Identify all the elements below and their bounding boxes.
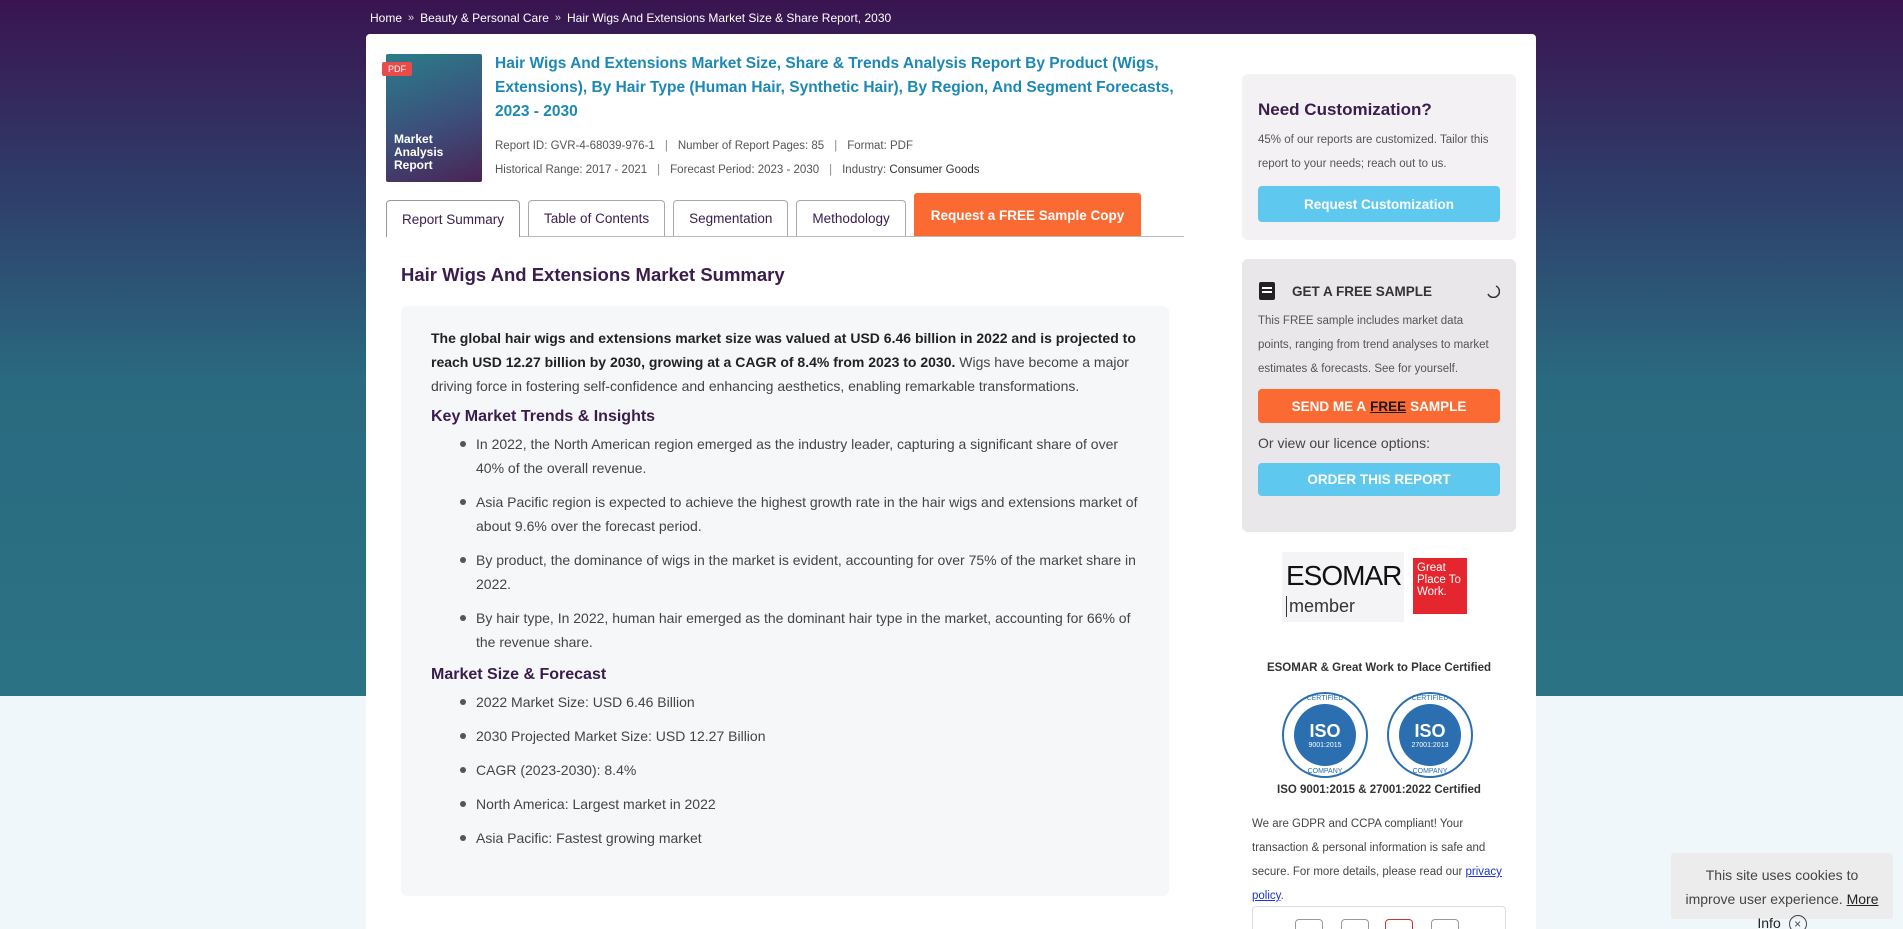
document-icon [1259, 282, 1275, 300]
list-item: 2022 Market Size: USD 6.46 Billion [460, 690, 1139, 714]
licence-options-text: Or view our licence options: [1258, 435, 1430, 451]
esomar-logo-text: ESOMAR [1286, 560, 1402, 591]
customization-title: Need Customization? [1258, 100, 1432, 119]
report-title: Hair Wigs And Extensions Market Size, Sh… [495, 55, 1174, 120]
report-card: PDF Market Analysis Report Hair Wigs And… [366, 34, 1536, 929]
sample-button-text-free: FREE [1370, 398, 1407, 414]
tab-report-summary[interactable]: Report Summary [386, 200, 521, 237]
breadcrumb: Home » Beauty & Personal Care » Hair Wig… [370, 11, 891, 25]
iso-ring-top: CERTIFIED [1306, 695, 1344, 702]
list-item: By hair type, In 2022, human hair emerge… [460, 606, 1139, 654]
great-place-to-work-logo: Great Place To Work. [1413, 558, 1467, 614]
sample-header: GET A FREE SAMPLE [1258, 281, 1500, 301]
report-pages: Number of Report Pages: 85 [677, 140, 825, 152]
summary-lead: The global hair wigs and extensions mark… [431, 326, 1139, 398]
list-item: 2030 Projected Market Size: USD 12.27 Bi… [460, 724, 1139, 748]
forecast-list: 2022 Market Size: USD 6.46 Billion 2030 … [431, 690, 1139, 850]
iso-ring-bottom: COMPANY [1412, 768, 1448, 775]
list-item: North America: Largest market in 2022 [460, 792, 1139, 816]
esomar-logo: ESOMAR member [1282, 552, 1404, 622]
iso-27001-badge: CERTIFIED ISO 27001:2013 COMPANY [1387, 692, 1473, 778]
iso-ring-top: CERTIFIED [1411, 695, 1449, 702]
request-sample-button[interactable]: Request a FREE Sample Copy [913, 193, 1142, 236]
report-meta-row-2: Historical Range: 2017 - 2021 | Forecast… [495, 164, 980, 176]
breadcrumb-separator: » [554, 12, 562, 24]
list-item: CAGR (2023-2030): 8.4% [460, 758, 1139, 782]
list-item: Asia Pacific region is expected to achie… [460, 490, 1139, 538]
iso-code: 27001:2013 [1411, 741, 1449, 749]
cookie-text: This site uses cookies to improve user e… [1685, 867, 1859, 907]
gdpr-text: We are GDPR and CCPA compliant! Your tra… [1252, 818, 1486, 878]
sample-button-text-pre: SEND ME A [1291, 398, 1367, 414]
summary-heading: Hair Wigs And Extensions Market Summary [401, 264, 785, 285]
trends-heading: Key Market Trends & Insights [431, 408, 656, 425]
email-icon[interactable] [1341, 919, 1369, 929]
trends-list: In 2022, the North American region emerg… [431, 432, 1139, 654]
customization-box: Need Customization? 45% of our reports a… [1242, 74, 1516, 240]
iso-certified-caption: ISO 9001:2015 & 27001:2022 Certified [1277, 784, 1481, 796]
send-free-sample-button[interactable]: SEND ME A FREE SAMPLE [1258, 389, 1500, 423]
historical-range: Historical Range: 2017 - 2021 [495, 164, 648, 176]
sample-button-text-post: SAMPLE [1410, 398, 1467, 414]
gdpr-notice: We are GDPR and CCPA compliant! Your tra… [1252, 812, 1512, 908]
pdf-icon[interactable] [1385, 919, 1413, 929]
list-item: By product, the dominance of wigs in the… [460, 548, 1139, 596]
breadcrumb-current: Hair Wigs And Extensions Market Size & S… [567, 11, 892, 25]
iso-label: ISO [1414, 720, 1446, 741]
close-icon[interactable]: × [1788, 915, 1807, 929]
gdpr-end: . [1280, 890, 1284, 902]
industry-link[interactable]: Consumer Goods [889, 164, 979, 176]
free-sample-box: GET A FREE SAMPLE This FREE sample inclu… [1242, 259, 1516, 532]
iso-code: 9001:2015 [1308, 741, 1342, 749]
document-icon[interactable] [1431, 919, 1459, 929]
sample-text: This FREE sample includes market data po… [1258, 315, 1489, 375]
industry-label: Industry: [842, 164, 887, 176]
breadcrumb-separator: » [408, 12, 415, 24]
report-meta-row-1: Report ID: GVR-4-68039-976-1 | Number of… [495, 140, 914, 152]
pdf-badge: PDF [382, 62, 412, 76]
tab-methodology[interactable]: Methodology [796, 200, 906, 236]
sample-title: GET A FREE SAMPLE [1292, 283, 1433, 299]
linkedin-icon[interactable] [1295, 919, 1323, 929]
breadcrumb-category[interactable]: Beauty & Personal Care [420, 11, 549, 25]
loading-spinner-icon [1487, 285, 1500, 298]
esomar-member-text: member [1286, 596, 1355, 617]
report-id: Report ID: GVR-4-68039-976-1 [495, 140, 655, 152]
breadcrumb-home[interactable]: Home [370, 11, 402, 25]
list-item: In 2022, the North American region emerg… [460, 432, 1139, 480]
iso-ring-bottom: COMPANY [1307, 768, 1343, 775]
iso-label: ISO [1309, 720, 1341, 741]
request-customization-button[interactable]: Request Customization [1258, 186, 1500, 222]
forecast-period: Forecast Period: 2023 - 2030 [670, 164, 820, 176]
report-cover-image: PDF Market Analysis Report [382, 54, 482, 182]
esomar-certified-caption: ESOMAR & Great Work to Place Certified [1266, 662, 1492, 674]
tab-segmentation[interactable]: Segmentation [673, 200, 789, 236]
industry: Industry: Consumer Goods [842, 164, 979, 176]
share-box [1252, 906, 1506, 929]
order-report-button[interactable]: ORDER THIS REPORT [1258, 463, 1500, 496]
cover-title: Market Analysis Report [394, 132, 444, 172]
list-item: Asia Pacific: Fastest growing market [460, 826, 1139, 850]
report-format: Format: PDF [847, 140, 914, 152]
report-tabs: Report Summary Table of Contents Segment… [386, 193, 1184, 237]
forecast-heading: Market Size & Forecast [431, 666, 607, 683]
cookie-banner: This site uses cookies to improve user e… [1671, 853, 1893, 929]
tab-table-of-contents[interactable]: Table of Contents [528, 200, 666, 236]
iso-9001-badge: CERTIFIED ISO 9001:2015 COMPANY [1282, 692, 1368, 778]
customization-text: 45% of our reports are customized. Tailo… [1258, 134, 1489, 170]
summary-box: The global hair wigs and extensions mark… [401, 306, 1169, 896]
